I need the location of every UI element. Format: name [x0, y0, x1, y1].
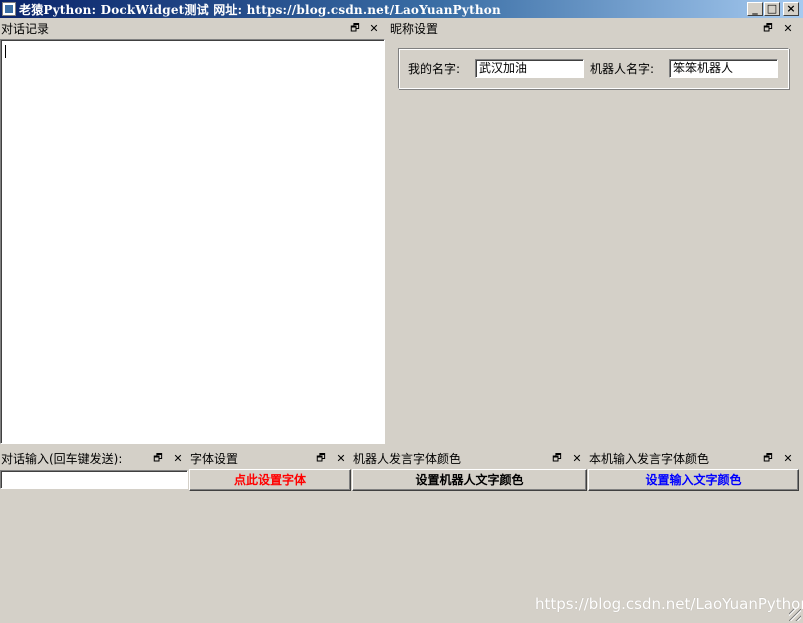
- dock-float-icon[interactable]: 🗗: [348, 22, 362, 36]
- close-button[interactable]: ×: [783, 2, 799, 16]
- my-name-field[interactable]: 武汉加油: [475, 59, 584, 78]
- dock-close-icon[interactable]: ✕: [781, 452, 795, 466]
- chat-log-textarea[interactable]: [0, 39, 385, 444]
- maximize-button[interactable]: □: [764, 2, 780, 16]
- robot-name-label: 机器人名字:: [590, 62, 655, 76]
- dock-close-icon[interactable]: ✕: [367, 22, 381, 36]
- dock-float-icon[interactable]: 🗗: [761, 452, 775, 466]
- window-titlebar[interactable]: 老猿Python: DockWidget测试 网址: https://blog.…: [0, 0, 803, 18]
- robot-name-field[interactable]: 笨笨机器人: [669, 59, 778, 78]
- dock-close-icon[interactable]: ✕: [334, 452, 348, 466]
- dock-close-icon[interactable]: ✕: [781, 22, 795, 36]
- window-title: 老猿Python: DockWidget测试 网址: https://blog.…: [19, 3, 501, 17]
- set-input-color-button[interactable]: 设置输入文字颜色: [588, 469, 799, 491]
- dock-float-icon[interactable]: 🗗: [550, 452, 564, 466]
- text-caret: [5, 45, 6, 58]
- dock-close-icon[interactable]: ✕: [171, 452, 185, 466]
- chat-input-field[interactable]: [0, 470, 188, 489]
- dock-close-icon[interactable]: ✕: [570, 452, 584, 466]
- set-font-button[interactable]: 点此设置字体: [189, 469, 351, 491]
- app-icon[interactable]: [2, 2, 16, 16]
- my-name-label: 我的名字:: [408, 62, 461, 76]
- dock-title-chat-input[interactable]: 对话输入(回车键发送):: [1, 450, 122, 468]
- dock-title-robot-color[interactable]: 机器人发言字体颜色: [353, 450, 461, 468]
- dock-title-input-color[interactable]: 本机输入发言字体颜色: [589, 450, 709, 468]
- dock-title-chat-log[interactable]: 对话记录: [1, 20, 49, 38]
- dock-float-icon[interactable]: 🗗: [761, 22, 775, 36]
- minimize-button[interactable]: _: [747, 2, 763, 16]
- watermark: https://blog.csdn.net/LaoYuanPython: [535, 595, 803, 613]
- dock-float-icon[interactable]: 🗗: [314, 452, 328, 466]
- dock-float-icon[interactable]: 🗗: [151, 452, 165, 466]
- set-robot-color-button[interactable]: 设置机器人文字颜色: [352, 469, 587, 491]
- dock-title-font[interactable]: 字体设置: [190, 450, 238, 468]
- resize-grip[interactable]: [789, 609, 801, 621]
- dock-title-nickname[interactable]: 昵称设置: [390, 20, 438, 38]
